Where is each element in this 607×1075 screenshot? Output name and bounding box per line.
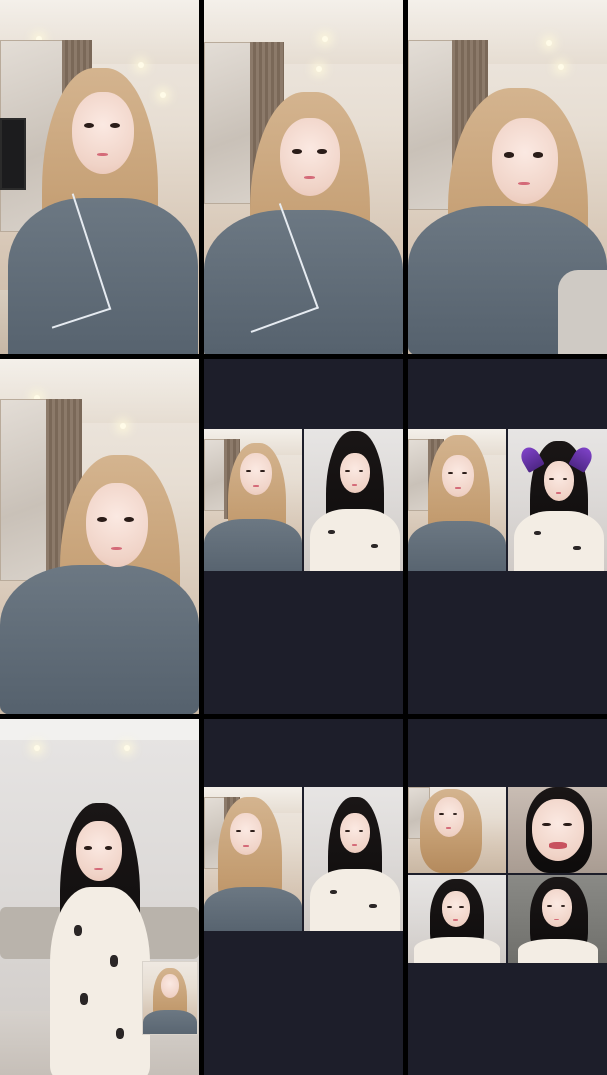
participant-view-right	[304, 429, 403, 571]
participant-blond	[0, 0, 199, 354]
video-tile-9[interactable]	[408, 719, 607, 1075]
participant-view-right	[508, 429, 607, 571]
video-tile-8[interactable]	[204, 719, 403, 1075]
video-tile-1[interactable]	[0, 0, 199, 354]
video-tile-6[interactable]	[408, 359, 607, 714]
participant-view-bottom-left	[408, 875, 506, 963]
video-tile-7[interactable]	[0, 719, 199, 1075]
participant-view-left	[204, 429, 302, 571]
video-tile-4[interactable]	[0, 359, 199, 714]
participant-blond	[408, 0, 607, 354]
video-tile-3[interactable]	[408, 0, 607, 354]
video-call-grid	[0, 0, 607, 1075]
participant-view-left	[408, 429, 506, 571]
participant-view-bottom-right	[508, 875, 607, 963]
participant-view-top-right	[508, 787, 607, 873]
devil-horns-filter-icon	[517, 444, 596, 473]
participant-view-left	[204, 787, 302, 931]
participant-view-top-left	[408, 787, 506, 873]
participant-view-right	[304, 787, 403, 931]
picture-in-picture-view[interactable]	[142, 961, 198, 1035]
video-tile-5[interactable]	[204, 359, 403, 714]
participant-blond	[204, 0, 403, 354]
video-tile-2[interactable]	[204, 0, 403, 354]
participant-blond	[0, 359, 199, 714]
